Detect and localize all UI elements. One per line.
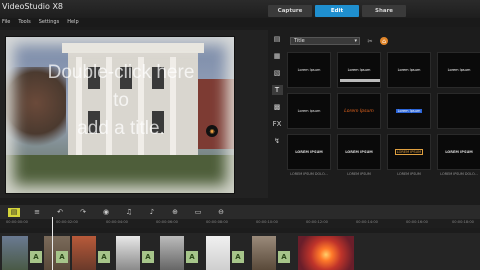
menu-settings[interactable]: Settings <box>39 19 60 25</box>
workspace-tabs: Capture Edit Share <box>268 5 406 17</box>
time-tick: 00:00:00:00 <box>6 220 28 224</box>
thumbnail-text: Lorem Ipsum <box>297 68 321 72</box>
auto-music-icon[interactable]: ♪ <box>146 208 158 217</box>
transition-marker[interactable]: A <box>56 251 68 263</box>
transition-marker[interactable]: A <box>232 251 244 263</box>
thumbnail-text: Lorem Ipsum <box>447 68 471 72</box>
title-thumbnail[interactable]: Lorem Ipsum <box>387 52 431 88</box>
preview-panel: Double-click here to add a title. ◉ Proj… <box>0 30 268 226</box>
thumbnail-text: Lorem Ipsum <box>344 108 374 114</box>
thumbnail-text: LOREM IPSUM <box>345 150 373 154</box>
transition-marker[interactable]: A <box>186 251 198 263</box>
undo-icon[interactable]: ↶ <box>54 208 66 217</box>
title-thumbnail[interactable]: Lorem Ipsum <box>337 93 381 129</box>
title-thumbnail[interactable]: Lorem Ipsum <box>437 52 480 88</box>
title-thumbnail[interactable]: LOREM IPSUM LOREM IPSUM <box>387 134 431 176</box>
storyboard-view-icon[interactable]: ▤ <box>8 207 20 217</box>
title-thumbnail[interactable]: LOREM IPSUM LOREM IPSUM <box>337 134 381 176</box>
redo-icon[interactable]: ↷ <box>77 208 89 217</box>
time-tick: 00:00:04:00 <box>106 220 128 224</box>
title-line-1: Double-click here <box>47 62 195 83</box>
time-tick: 00:00:06:00 <box>156 220 178 224</box>
timeline-toolbar: ▤ ≡ ↶ ↷ ◉ ♫ ♪ ⊕ ▭ ⊖ <box>0 205 480 219</box>
title-thumbnail[interactable]: Lorem ipsum <box>287 93 331 129</box>
thumbnail-caption: LOREM IPSUM <box>347 172 371 176</box>
thumbnail-text: Lorem Ipsum <box>395 109 423 113</box>
preview-window[interactable]: Double-click here to add a title. ◉ <box>5 36 235 194</box>
instant-project-icon[interactable]: ▦ <box>272 51 283 61</box>
time-tick: 00:00:08:00 <box>206 220 228 224</box>
pan-icon[interactable]: ◉ <box>206 125 218 137</box>
video-clip[interactable] <box>252 236 276 270</box>
time-tick: 00:00:02:00 <box>56 220 78 224</box>
tab-capture[interactable]: Capture <box>268 5 312 17</box>
thumbnail-text: Lorem Ipsum <box>397 68 421 72</box>
filter-icon[interactable]: FX <box>272 119 283 129</box>
thumbnail-text: Lorem Ipsum <box>347 68 371 72</box>
title-thumbnail[interactable]: LOREM IPSUM LOREM IPSUM DOLO... <box>437 134 480 176</box>
time-tick: 00:00:18:00 <box>452 220 474 224</box>
video-clip[interactable] <box>2 236 28 270</box>
video-track: A A A A A A A <box>0 233 480 270</box>
sound-mixer-icon[interactable]: ♫ <box>123 208 135 217</box>
thumbnail-text: LOREM IPSUM <box>295 150 323 154</box>
transition-icon[interactable]: ▧ <box>272 68 283 78</box>
time-tick: 00:00:10:00 <box>256 220 278 224</box>
transition-marker[interactable]: A <box>98 251 110 263</box>
video-clip[interactable] <box>72 236 96 270</box>
menu-tools[interactable]: Tools <box>18 19 30 25</box>
title-placeholder[interactable]: Double-click here to add a title. <box>6 59 234 143</box>
thumbnail-caption: LOREM IPSUM DOLO... <box>440 172 478 176</box>
subtitle-icon[interactable]: ▭ <box>192 208 204 217</box>
transition-marker[interactable]: A <box>30 251 42 263</box>
motion-tracking-icon[interactable]: ⊕ <box>169 208 181 217</box>
video-clip[interactable] <box>160 236 184 270</box>
title-line-3: add a title. <box>77 118 165 139</box>
title-bar: VideoStudio X8 Capture Edit Share <box>0 0 480 18</box>
tab-edit[interactable]: Edit <box>315 5 359 17</box>
timeline-view-icon[interactable]: ≡ <box>31 208 43 217</box>
thumbnail-bar <box>340 79 380 82</box>
thumbnail-text: LOREM IPSUM <box>394 149 424 155</box>
thumbnail-text: LOREM IPSUM <box>445 150 473 154</box>
time-tick: 00:00:16:00 <box>406 220 428 224</box>
thumbnail-caption: LOREM IPSUM <box>397 172 421 176</box>
video-clip[interactable] <box>298 236 354 270</box>
record-icon[interactable]: ◉ <box>100 208 112 217</box>
tab-share[interactable]: Share <box>362 5 406 17</box>
video-clip[interactable] <box>116 236 140 270</box>
category-value: Title <box>294 38 305 44</box>
title-library-grid: Lorem Ipsum Lorem Ipsum Lorem Ipsum Lore… <box>287 52 480 176</box>
download-icon[interactable]: ⌂ <box>380 37 388 45</box>
title-thumbnail[interactable]: Lorem Ipsum <box>337 52 381 88</box>
zoom-icon[interactable]: ⊖ <box>215 208 227 217</box>
time-tick: 00:00:14:00 <box>356 220 378 224</box>
timeline-ruler[interactable]: 00:00:00:00 00:00:02:00 00:00:04:00 00:0… <box>0 219 480 228</box>
transition-marker[interactable]: A <box>142 251 154 263</box>
title-line-2: to <box>113 90 129 111</box>
time-tick: 00:00:12:00 <box>306 220 328 224</box>
library-header: Title ▾ ✂ ⌂ <box>290 37 388 45</box>
chevron-down-icon: ▾ <box>354 38 357 44</box>
playhead[interactable] <box>52 217 53 270</box>
title-thumbnail[interactable]: LOREM IPSUM LOREM IPSUM DOLO... <box>287 134 331 176</box>
title-thumbnail[interactable] <box>437 93 480 129</box>
thumbnail-text: Lorem ipsum <box>297 109 321 113</box>
title-thumbnail[interactable]: Lorem Ipsum <box>287 52 331 88</box>
menu-file[interactable]: File <box>2 19 10 25</box>
menu: File Tools Settings Help <box>2 19 79 25</box>
graphics-icon[interactable]: ▩ <box>272 102 283 112</box>
library-toolbar: ▤ ▦ ▧ T ▩ FX ↯ <box>270 34 284 164</box>
transition-marker[interactable]: A <box>278 251 290 263</box>
category-dropdown[interactable]: Title ▾ <box>290 37 360 45</box>
path-icon[interactable]: ↯ <box>272 136 283 146</box>
menu-help[interactable]: Help <box>67 19 78 25</box>
import-icon[interactable]: ✂ <box>366 37 374 45</box>
app-title: VideoStudio X8 <box>2 2 64 11</box>
title-icon[interactable]: T <box>271 85 283 95</box>
video-clip[interactable] <box>206 236 230 270</box>
title-thumbnail[interactable]: Lorem Ipsum <box>387 93 431 129</box>
thumbnail-caption: LOREM IPSUM DOLO... <box>290 172 328 176</box>
media-icon[interactable]: ▤ <box>272 34 283 44</box>
